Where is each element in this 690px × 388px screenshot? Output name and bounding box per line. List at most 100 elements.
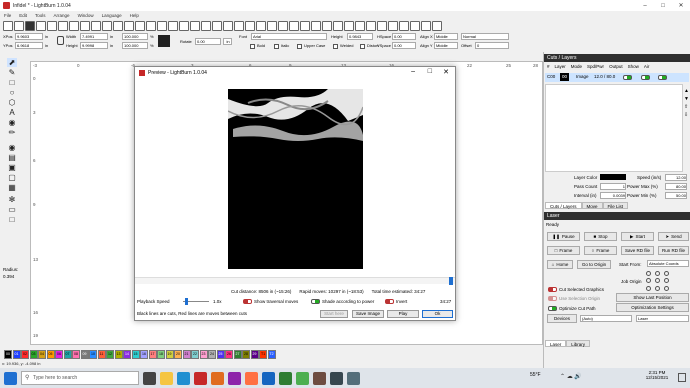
import-icon[interactable] <box>47 20 57 31</box>
save-icon[interactable] <box>25 20 35 31</box>
cut-icon[interactable] <box>113 20 123 31</box>
invert-toggle[interactable] <box>385 299 394 304</box>
optimize-cut-toggle[interactable] <box>548 306 557 311</box>
preview-progress-bar[interactable] <box>135 277 455 285</box>
palette-swatch[interactable]: 23 <box>199 349 208 359</box>
tools-icon[interactable] <box>201 20 211 31</box>
go-to-origin-button[interactable]: Go to Origin <box>577 260 611 269</box>
weather-temp[interactable]: 55°F <box>530 372 541 378</box>
frame-round-button[interactable]: ○ Frame <box>584 246 617 255</box>
offset-input[interactable]: 0 <box>475 42 509 49</box>
interval-input[interactable]: 0.0039 <box>600 192 626 199</box>
air-toggle[interactable] <box>658 75 667 80</box>
paste-icon[interactable] <box>102 20 112 31</box>
align-top-icon[interactable] <box>410 20 420 31</box>
redo-icon[interactable] <box>80 20 90 31</box>
dock-icon[interactable] <box>344 20 354 31</box>
node-edit-icon[interactable] <box>311 20 321 31</box>
frame-rect-button[interactable]: □ Frame <box>547 246 580 255</box>
boolean-icon[interactable] <box>278 20 288 31</box>
palette-swatch[interactable]: 04 <box>38 349 46 359</box>
port-select[interactable]: (Auto) <box>580 315 632 322</box>
power-min-input[interactable]: 50.00 <box>665 192 687 199</box>
tab-laser[interactable]: Laser <box>545 340 567 347</box>
play-button[interactable]: Play <box>387 310 419 318</box>
job-origin-grid[interactable] <box>646 271 673 291</box>
palette-swatch[interactable]: 16 <box>140 349 148 359</box>
move-down-icon[interactable] <box>366 20 376 31</box>
show-last-position-button[interactable]: Show Last Position <box>616 293 689 302</box>
union-tool-icon[interactable]: ▤ <box>7 153 17 162</box>
layer-order-buttons[interactable]: ▲ ▼ ⇧ ⇩ <box>684 87 690 147</box>
break-apart-icon[interactable]: ▭ <box>7 205 17 214</box>
maximize-icon[interactable]: □ <box>428 68 432 75</box>
center-icon[interactable] <box>377 20 387 31</box>
tab-cuts-layers[interactable]: Cuts / Layers <box>545 202 582 209</box>
menu-tools[interactable]: Tools <box>35 13 46 18</box>
close-button[interactable]: ✕ <box>672 0 690 11</box>
edit-nodes-icon[interactable]: ✎ <box>7 68 17 77</box>
palette-swatch[interactable]: 24 <box>208 349 216 359</box>
tray-icons[interactable]: ⌃ ☁ 🔊 <box>560 373 582 380</box>
rectangle-tool-icon[interactable]: □ <box>7 78 17 87</box>
maximize-button[interactable]: □ <box>654 0 672 11</box>
palette-swatch[interactable]: 14 <box>123 349 131 359</box>
upper-case-checkbox[interactable] <box>297 44 302 49</box>
stop-button[interactable]: ■ Stop <box>584 232 617 241</box>
intersect-tool-icon[interactable]: ▢ <box>7 173 17 182</box>
minimize-button[interactable]: – <box>636 0 654 11</box>
palette-swatch[interactable]: 06 <box>55 349 63 359</box>
new-file-icon[interactable] <box>3 20 13 31</box>
palette-swatch[interactable]: 05 <box>46 349 55 359</box>
camera-icon[interactable] <box>168 20 178 31</box>
output-toggle[interactable] <box>623 75 632 80</box>
devices-button[interactable]: Devices <box>547 314 577 323</box>
zoom-out-icon[interactable] <box>146 20 156 31</box>
app-icon-2[interactable] <box>228 371 241 385</box>
palette-swatch[interactable]: 00 <box>4 349 12 359</box>
move-up-icon[interactable] <box>355 20 365 31</box>
start-here-button[interactable]: Start here <box>320 310 348 318</box>
start-from-select[interactable]: Absolute Coords <box>647 260 689 267</box>
palette-swatch[interactable]: 17 <box>148 349 157 359</box>
run-rd-button[interactable]: Run RD file <box>658 246 689 255</box>
save-rd-button[interactable]: Save RD file <box>621 246 654 255</box>
width-input[interactable]: 7.4991 <box>80 33 108 40</box>
array-icon[interactable] <box>300 20 310 31</box>
export-icon[interactable] <box>58 20 68 31</box>
playback-slider-thumb[interactable] <box>185 298 188 305</box>
palette-swatch[interactable]: T2 <box>267 349 276 359</box>
hspace-input[interactable]: 0.00 <box>392 33 416 40</box>
palette-swatch[interactable]: 09 <box>80 349 89 359</box>
lock-icon[interactable] <box>57 36 64 45</box>
app-icon-1[interactable] <box>211 371 224 385</box>
arrange-icon[interactable] <box>322 20 332 31</box>
pass-count-input[interactable]: 1 <box>600 183 626 190</box>
palette-swatch[interactable]: T1 <box>259 349 267 359</box>
palette-swatch[interactable]: 22 <box>191 349 199 359</box>
chrome-icon[interactable] <box>296 371 309 385</box>
tab-file-list[interactable]: File List <box>602 202 629 209</box>
taskbar-search[interactable]: ⚲ Type here to search <box>21 371 139 385</box>
polygon-tool-icon[interactable]: ⬡ <box>7 98 17 107</box>
palette-swatch[interactable]: 12 <box>106 349 114 359</box>
italic-checkbox[interactable] <box>274 44 279 49</box>
laser-select[interactable]: Laser <box>636 315 689 322</box>
speed-input[interactable]: 12.00 <box>665 174 687 181</box>
distribute-icon[interactable] <box>333 20 343 31</box>
menu-file[interactable]: File <box>4 13 11 18</box>
align-right-icon[interactable] <box>399 20 409 31</box>
undo-icon[interactable] <box>69 20 79 31</box>
subtract-tool-icon[interactable]: ▣ <box>7 163 17 172</box>
select-tool-icon[interactable]: ⬈ <box>7 58 17 67</box>
palette-swatch[interactable]: 19 <box>165 349 174 359</box>
rotate-input[interactable]: 0.00 <box>195 38 221 45</box>
palette-swatch[interactable]: 25 <box>216 349 225 359</box>
measure-tool-icon[interactable]: ✏ <box>7 128 17 137</box>
notifications-icon[interactable] <box>678 373 686 382</box>
tab-move[interactable]: Move <box>581 202 603 209</box>
measure-icon[interactable] <box>212 20 222 31</box>
align-y-select[interactable]: Middle <box>434 42 458 49</box>
start-button[interactable]: ▶ Start <box>621 232 654 241</box>
send-button[interactable]: ➤ Send <box>658 232 689 241</box>
